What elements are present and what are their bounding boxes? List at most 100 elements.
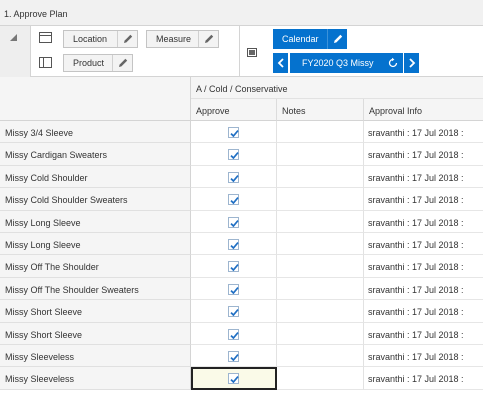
row-header-label: Missy Long Sleeve (5, 217, 81, 228)
approval-info-cell[interactable]: sravanthi : 17 Jul 2018 : (364, 277, 483, 301)
calendar-tile-label: Calendar (282, 34, 319, 44)
collapse-triangle-icon[interactable] (10, 34, 17, 41)
approve-cell[interactable] (191, 210, 277, 233)
row-header[interactable]: Missy Cardigan Sweaters (0, 143, 191, 166)
pencil-icon[interactable] (198, 31, 218, 47)
column-header-notes[interactable]: Notes (277, 99, 364, 121)
row-header[interactable]: Missy Long Sleeve (0, 210, 191, 233)
approve-cell[interactable] (191, 165, 277, 189)
table-row: Missy Long Sleeve sravanthi : 17 Jul 2018… (0, 232, 483, 256)
previous-page-button[interactable] (273, 53, 288, 73)
approval-info-value: sravanthi : 17 Jul 2018 : (368, 128, 464, 138)
checkmark-icon (230, 286, 239, 294)
chevron-right-icon (408, 58, 415, 68)
approval-info-cell[interactable]: sravanthi : 17 Jul 2018 : (364, 121, 483, 144)
grid-body: Missy 3/4 Sleeve sravanthi : 17 Jul 2018 … (0, 121, 483, 390)
notes-cell[interactable] (277, 344, 364, 368)
table-row: Missy Short Sleeve sravanthi : 17 Jul 201… (0, 300, 483, 323)
notes-cell[interactable] (277, 165, 364, 189)
approve-checkbox[interactable] (228, 261, 239, 273)
approve-checkbox[interactable] (228, 216, 239, 228)
approve-checkbox[interactable] (228, 127, 239, 138)
approval-info-value: sravanthi : 17 Jul 2018 : (368, 351, 464, 362)
approve-checkbox[interactable] (228, 238, 239, 250)
pencil-icon[interactable] (117, 31, 137, 47)
approve-cell[interactable] (191, 367, 277, 390)
row-header[interactable]: Missy Cold Shoulder (0, 165, 191, 189)
column-header-approve[interactable]: Approve (191, 99, 277, 121)
row-header[interactable]: Missy Cold Shoulder Sweaters (0, 188, 191, 211)
approve-checkbox[interactable] (228, 194, 239, 206)
row-header[interactable]: Missy Sleeveless (0, 344, 191, 368)
approve-checkbox[interactable] (228, 283, 239, 295)
pencil-icon[interactable] (327, 29, 347, 49)
approve-cell[interactable] (191, 143, 277, 166)
approve-cell[interactable] (191, 232, 277, 256)
notes-cell[interactable] (277, 367, 364, 390)
row-header-label: Missy Sleeveless (5, 351, 75, 362)
row-header-label: Missy Cold Shoulder (5, 172, 88, 183)
location-tile[interactable]: Location (63, 30, 138, 48)
row-header[interactable]: Missy Long Sleeve (0, 232, 191, 256)
approval-info-value: sravanthi : 17 Jul 2018 : (368, 239, 464, 250)
approve-cell[interactable] (191, 322, 277, 345)
approve-cell[interactable] (191, 344, 277, 368)
approval-info-value: sravanthi : 17 Jul 2018 : (368, 150, 464, 161)
approval-info-cell[interactable]: sravanthi : 17 Jul 2018 : (364, 322, 483, 345)
approval-info-cell[interactable]: sravanthi : 17 Jul 2018 : (364, 367, 483, 390)
approve-checkbox[interactable] (228, 373, 239, 385)
checkmark-icon (230, 353, 239, 362)
checkmark-icon (230, 197, 239, 205)
approval-info-value: sravanthi : 17 Jul 2018 : (368, 262, 464, 273)
row-header[interactable]: Missy 3/4 Sleeve (0, 121, 191, 144)
notes-cell[interactable] (277, 277, 364, 301)
product-tile[interactable]: Product (63, 54, 133, 72)
approve-checkbox[interactable] (228, 306, 239, 318)
approval-info-cell[interactable]: sravanthi : 17 Jul 2018 : (364, 188, 483, 211)
next-page-button[interactable] (404, 53, 419, 73)
approval-info-cell[interactable]: sravanthi : 17 Jul 2018 : (364, 232, 483, 256)
row-header[interactable]: Missy Sleeveless (0, 367, 191, 390)
column-header-label: Approve (196, 106, 230, 116)
notes-cell[interactable] (277, 300, 364, 323)
notes-cell[interactable] (277, 232, 364, 256)
row-header-label: Missy Short Sleeve (5, 307, 83, 318)
measure-tile[interactable]: Measure (146, 30, 219, 48)
notes-cell[interactable] (277, 188, 364, 211)
notes-cell[interactable] (277, 255, 364, 278)
cycle-icon[interactable] (387, 57, 399, 71)
approval-info-cell[interactable]: sravanthi : 17 Jul 2018 : (364, 143, 483, 166)
calendar-tile[interactable]: Calendar (273, 29, 347, 49)
approve-checkbox[interactable] (228, 149, 239, 161)
approve-cell[interactable] (191, 255, 277, 278)
pencil-icon[interactable] (112, 55, 132, 71)
row-header[interactable]: Missy Off The Shoulder (0, 255, 191, 278)
approval-info-cell[interactable]: sravanthi : 17 Jul 2018 : (364, 300, 483, 323)
pivot-corner[interactable] (0, 26, 31, 77)
table-row: Missy Sleeveless sravanthi : 17 Jul 2018 … (0, 344, 483, 368)
approval-info-cell[interactable]: sravanthi : 17 Jul 2018 : (364, 210, 483, 233)
approve-cell[interactable] (191, 121, 277, 144)
row-header[interactable]: Missy Short Sleeve (0, 322, 191, 345)
approve-cell[interactable] (191, 188, 277, 211)
approve-checkbox[interactable] (228, 171, 239, 183)
column-header-approval-info[interactable]: Approval Info (364, 99, 483, 121)
page-selector[interactable]: FY2020 Q3 Missy (290, 53, 403, 73)
table-row: Missy Cardigan Sweaters sravanthi : 17 Ju… (0, 143, 483, 166)
approve-cell[interactable] (191, 300, 277, 323)
row-header[interactable]: Missy Off The Shoulder Sweaters (0, 277, 191, 301)
notes-cell[interactable] (277, 322, 364, 345)
approve-cell[interactable] (191, 277, 277, 301)
checkmark-icon (230, 331, 239, 339)
approval-info-cell[interactable]: sravanthi : 17 Jul 2018 : (364, 255, 483, 278)
approve-checkbox[interactable] (228, 328, 239, 340)
notes-cell[interactable] (277, 210, 364, 233)
notes-cell[interactable] (277, 143, 364, 166)
approval-info-cell[interactable]: sravanthi : 17 Jul 2018 : (364, 165, 483, 189)
row-edge: Location Measure Product (31, 26, 240, 77)
row-header[interactable]: Missy Short Sleeve (0, 300, 191, 323)
checkmark-icon (230, 264, 239, 272)
notes-cell[interactable] (277, 121, 364, 144)
approve-checkbox[interactable] (228, 350, 239, 362)
approval-info-cell[interactable]: sravanthi : 17 Jul 2018 : (364, 344, 483, 368)
